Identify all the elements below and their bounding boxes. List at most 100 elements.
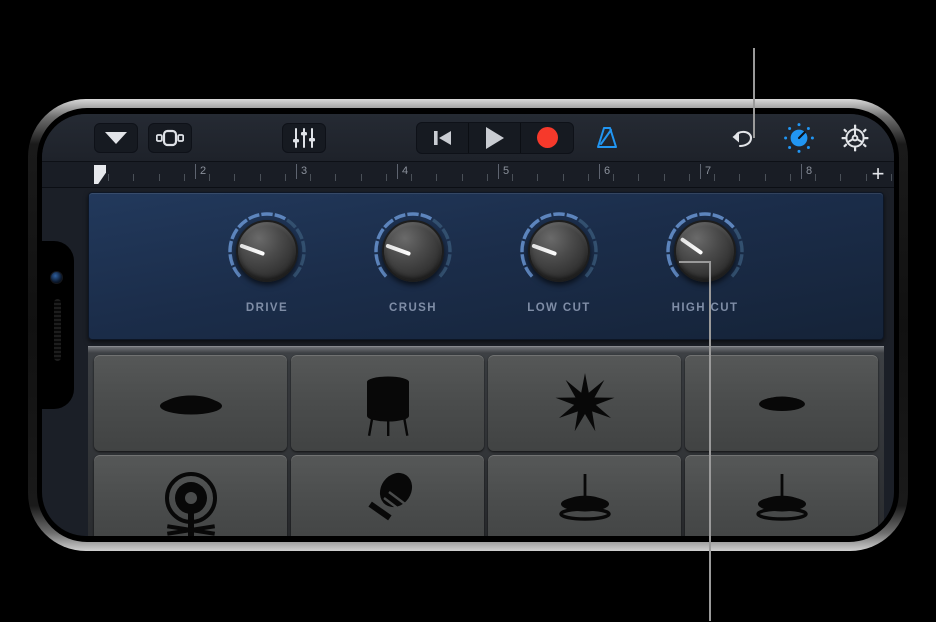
ruler-tick — [563, 174, 564, 181]
knob-indicator — [239, 243, 266, 257]
ruler-tick — [209, 174, 210, 181]
knob-arc-segment — [292, 266, 302, 278]
hihat-icon — [755, 474, 808, 521]
knob-arc-segment — [295, 227, 304, 240]
ruler-tick — [891, 174, 892, 181]
bar-number: 6 — [604, 165, 611, 177]
knob-drive[interactable]: DRIVE — [215, 207, 319, 314]
iphone-device-frame: 2 3 4 5 6 7 8 + DRIVE CRUSH LOW CUT HIGH CUT — [28, 99, 908, 551]
knob-arc-segment — [374, 240, 380, 253]
ruler-tick — [487, 174, 488, 181]
knob-indicator — [531, 243, 558, 257]
bar-number: 3 — [301, 165, 308, 177]
cymbal-icon — [159, 395, 222, 415]
knob-body — [382, 220, 444, 282]
knob-arc-segment — [712, 213, 725, 221]
knob-control[interactable] — [223, 207, 311, 295]
ruler-tick — [664, 174, 665, 181]
knob-arc-segment — [376, 227, 385, 240]
undo-button[interactable] — [720, 123, 766, 153]
knob-indicator — [385, 243, 412, 257]
settings-button[interactable] — [832, 123, 878, 153]
knob-arc-segment — [237, 218, 248, 229]
navigation-menu-button[interactable] — [94, 122, 138, 153]
drum-pad-crash-cymbal[interactable] — [94, 355, 287, 451]
knob-body — [236, 220, 298, 282]
knob-arc-segment — [685, 213, 698, 221]
knob-arc-segment — [374, 254, 381, 266]
knob-arc-segment — [445, 254, 452, 266]
ruler-tick — [436, 174, 437, 181]
knob-arc-segment — [432, 218, 443, 229]
metronome-icon — [597, 126, 617, 148]
ruler-tick — [714, 174, 715, 181]
knob-arc-segment — [730, 266, 740, 278]
ruler-tick — [765, 174, 766, 181]
record-icon — [536, 127, 558, 148]
ruler-tick — [588, 174, 589, 181]
knob-arc-segment — [441, 227, 450, 240]
knob-low-cut[interactable]: LOW CUT — [507, 207, 611, 314]
knob-arc-segment — [383, 218, 394, 229]
track-view-button[interactable] — [148, 122, 192, 153]
fx-controls-button[interactable] — [776, 122, 822, 153]
drum-pad-floor-tom[interactable] — [291, 355, 484, 451]
knob-control[interactable] — [515, 207, 603, 295]
play-button[interactable] — [469, 122, 521, 153]
gear-icon — [841, 124, 869, 151]
knob-arc-segment — [737, 254, 744, 266]
chevron-down-icon — [105, 131, 127, 144]
bar-line — [195, 164, 196, 179]
knob-control[interactable] — [369, 207, 457, 295]
knob-arc-segment — [675, 218, 686, 229]
device-screen: 2 3 4 5 6 7 8 + DRIVE CRUSH LOW CUT HIGH CUT — [42, 114, 894, 536]
knob-arc-segment — [286, 218, 297, 229]
drum-pad-maraca[interactable] — [291, 455, 484, 536]
high-cut-callout-line-vertical — [709, 261, 711, 621]
drum-pad-hand-clap[interactable] — [488, 355, 681, 451]
playhead-marker[interactable] — [94, 165, 106, 184]
bar-number: 2 — [200, 165, 207, 177]
rewind-button[interactable] — [417, 122, 469, 153]
knob-indicator — [679, 236, 704, 256]
sliders-icon — [293, 127, 315, 148]
knob-arc-segment — [738, 240, 744, 253]
drum-pad-grid — [94, 355, 878, 536]
earpiece-speaker-icon — [54, 299, 61, 361]
ruler-tick — [285, 174, 286, 181]
bar-number: 8 — [806, 165, 813, 177]
bar-line — [397, 164, 398, 179]
drum-pad-hi-hat-closed[interactable] — [488, 455, 681, 536]
drum-pad-gong[interactable] — [94, 455, 287, 536]
mixer-settings-button[interactable] — [282, 122, 326, 153]
knob-arc-segment — [587, 227, 596, 240]
knob-arc-segment — [230, 227, 239, 240]
drum-pad-hi-hat-open[interactable] — [685, 455, 878, 536]
bar-line — [700, 164, 701, 179]
drum-pad-ride-cymbal[interactable] — [685, 355, 878, 451]
record-button[interactable] — [521, 123, 573, 153]
tom-icon — [366, 376, 409, 436]
burst-icon — [555, 373, 614, 432]
knob-arc-segment — [584, 266, 594, 278]
bar-line — [296, 164, 297, 179]
bar-number: 5 — [503, 165, 510, 177]
knob-control[interactable] — [661, 207, 749, 295]
play-icon — [485, 126, 504, 149]
add-section-button[interactable]: + — [868, 162, 888, 185]
ruler-tick — [411, 174, 412, 181]
knob-arc-segment — [592, 240, 598, 253]
metronome-button[interactable] — [584, 123, 630, 153]
knob-arc-segment — [666, 254, 673, 266]
ruler-tick — [184, 174, 185, 181]
knob-crush[interactable]: CRUSH — [361, 207, 465, 314]
drum-pad-area — [88, 346, 884, 536]
knob-arc-segment — [666, 240, 672, 253]
hihat-icon — [558, 474, 611, 521]
app-toolbar — [42, 114, 894, 162]
ruler-tick — [335, 174, 336, 181]
knob-arc-segment — [578, 218, 589, 229]
timeline-ruler[interactable]: 2 3 4 5 6 7 8 + — [42, 162, 894, 188]
ruler-tick — [815, 174, 816, 181]
bar-line — [801, 164, 802, 179]
